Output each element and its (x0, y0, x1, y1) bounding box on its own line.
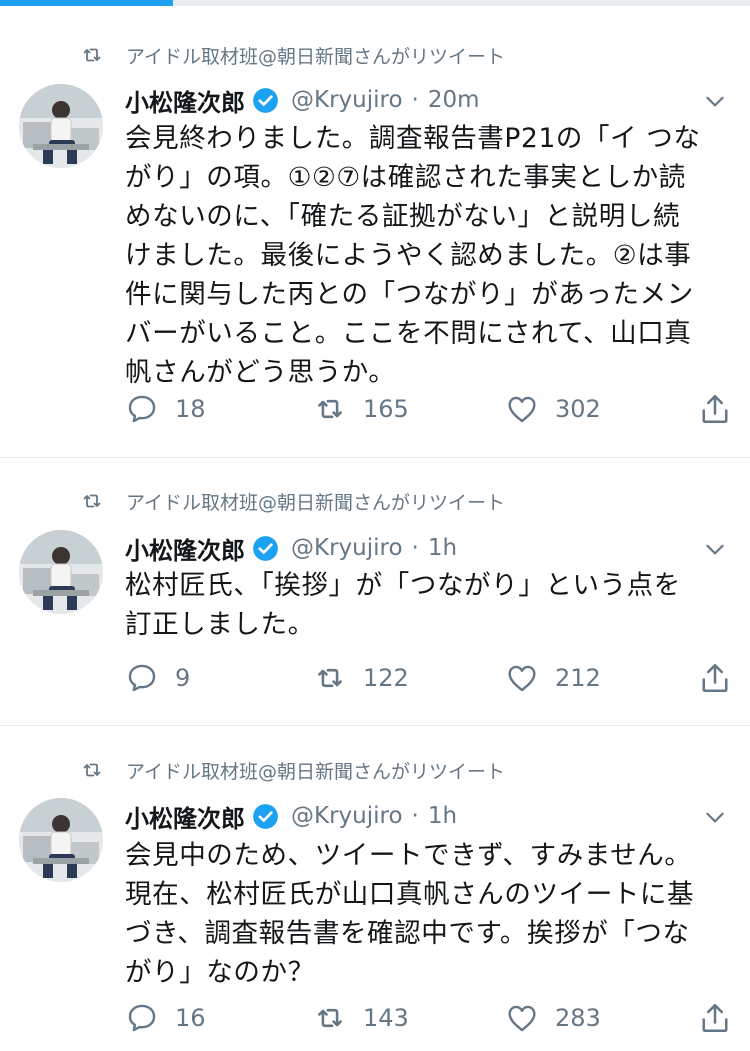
tweet-time[interactable]: 20m (428, 87, 480, 113)
author-name[interactable]: 小松隆次郎 (125, 83, 245, 118)
retweet-count: 165 (363, 395, 409, 423)
verified-badge-icon (252, 803, 279, 830)
share-icon[interactable] (697, 391, 733, 427)
avatar[interactable] (19, 530, 103, 614)
tweet-card[interactable]: アイドル取材班@朝日新聞さんがリツイート 小松隆次郎 @Kryujiro · 1… (0, 458, 750, 726)
heart-icon (505, 1001, 539, 1035)
like-button[interactable]: 212 (505, 658, 601, 698)
reply-count: 9 (175, 664, 191, 692)
reply-count: 18 (175, 395, 206, 423)
tweet-header: 小松隆次郎 @Kryujiro · 1h (125, 530, 730, 566)
retweet-button[interactable]: 165 (313, 389, 409, 429)
like-button[interactable]: 302 (505, 389, 601, 429)
heart-icon (505, 661, 539, 695)
like-button[interactable]: 283 (505, 998, 601, 1038)
heart-icon (505, 392, 539, 426)
retweet-icon (313, 661, 347, 695)
retweet-count: 143 (363, 1004, 409, 1032)
chevron-down-icon[interactable] (702, 536, 728, 562)
share-icon[interactable] (697, 660, 733, 696)
share-icon[interactable] (697, 1000, 733, 1036)
tweet-actions: 9 122 212 (125, 658, 745, 698)
tweet-text: 松村匠氏、「挨拶」が「つながり」という点を 訂正しました。 (125, 570, 681, 640)
retweet-icon (313, 1001, 347, 1035)
retweet-label: アイドル取材班@朝日新聞さんがリツイート (126, 760, 506, 783)
retweet-button[interactable]: 122 (313, 658, 409, 698)
retweet-count: 122 (363, 664, 409, 692)
reply-button[interactable]: 9 (125, 658, 190, 698)
separator-dot: · (411, 535, 419, 561)
retweet-small-icon (80, 758, 104, 782)
tweet-actions: 18 165 302 (125, 389, 745, 429)
author-handle[interactable]: @Kryujiro (291, 803, 403, 829)
retweet-context: アイドル取材班@朝日新聞さんがリツイート (80, 486, 505, 516)
avatar-photo (19, 84, 103, 168)
like-count: 302 (555, 395, 601, 423)
reply-icon (125, 392, 159, 426)
retweet-label: アイドル取材班@朝日新聞さんがリツイート (126, 491, 506, 514)
retweet-small-icon (80, 43, 104, 67)
separator-dot: · (411, 87, 419, 113)
author-name[interactable]: 小松隆次郎 (125, 531, 245, 566)
reply-count: 16 (175, 1004, 206, 1032)
like-count: 212 (555, 664, 601, 692)
tweet-time[interactable]: 1h (428, 803, 457, 829)
tweet-text: 会見中のため、ツイートできず、すみません。 現在、松村匠氏が山口真帆さんのツイー… (125, 840, 695, 988)
chevron-down-icon[interactable] (702, 804, 728, 830)
like-count: 283 (555, 1004, 601, 1032)
tweet-card[interactable]: アイドル取材班@朝日新聞さんがリツイート 小松隆次郎 @Kryujiro · 1… (0, 726, 750, 1051)
chevron-down-icon[interactable] (702, 88, 728, 114)
author-name[interactable]: 小松隆次郎 (125, 799, 245, 834)
retweet-small-icon (80, 489, 104, 513)
reply-button[interactable]: 16 (125, 998, 206, 1038)
verified-badge-icon (252, 535, 279, 562)
tweet-time[interactable]: 1h (428, 535, 457, 561)
reply-icon (125, 1001, 159, 1035)
author-handle[interactable]: @Kryujiro (291, 87, 403, 113)
tweet-actions: 16 143 283 (125, 998, 745, 1038)
verified-badge-icon (252, 87, 279, 114)
retweet-context: アイドル取材班@朝日新聞さんがリツイート (80, 40, 505, 70)
retweet-label: アイドル取材班@朝日新聞さんがリツイート (126, 45, 506, 68)
tweet-card[interactable]: アイドル取材班@朝日新聞さんがリツイート 小松隆次郎 @Kryujiro · 2… (0, 6, 750, 458)
reply-icon (125, 661, 159, 695)
retweet-icon (313, 392, 347, 426)
author-handle[interactable]: @Kryujiro (291, 535, 403, 561)
retweet-button[interactable]: 143 (313, 998, 409, 1038)
avatar[interactable] (19, 798, 103, 882)
avatar-photo (19, 530, 103, 614)
reply-button[interactable]: 18 (125, 389, 206, 429)
tweet-text: 会見終わりました。調査報告書P21の「イ つな がり」の項。①②⑦は確認された事… (125, 123, 701, 388)
avatar-photo (19, 798, 103, 882)
retweet-context: アイドル取材班@朝日新聞さんがリツイート (80, 755, 505, 785)
tweet-header: 小松隆次郎 @Kryujiro · 20m (125, 82, 730, 118)
tweet-header: 小松隆次郎 @Kryujiro · 1h (125, 798, 730, 834)
separator-dot: · (411, 803, 419, 829)
avatar[interactable] (19, 84, 103, 168)
